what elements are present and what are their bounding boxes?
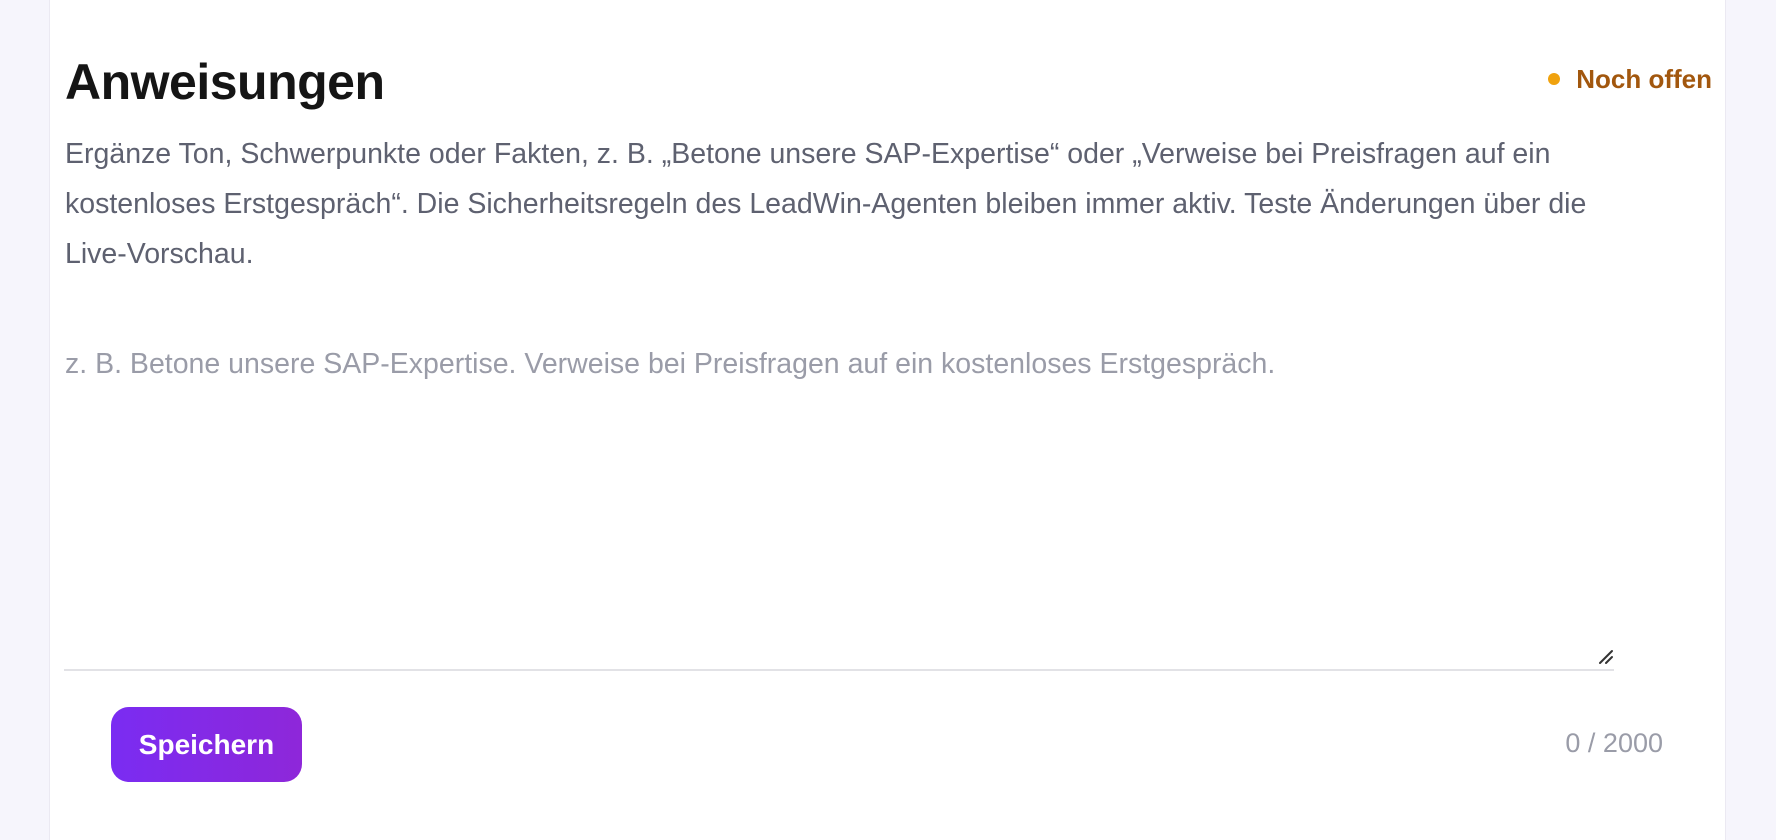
status-badge: Noch offen [1548,66,1712,92]
resize-handle-icon[interactable] [1596,647,1614,665]
instructions-textarea[interactable] [64,330,1614,669]
status-dot-icon [1548,73,1561,85]
save-button[interactable]: Speichern [111,707,302,782]
instructions-field [64,330,1614,671]
section-description: Ergänze Ton, Schwerpunkte oder Fakten, z… [65,138,1587,270]
character-counter: 0 / 2000 [1565,728,1663,758]
section-title: Anweisungen [65,54,385,110]
status-label: Noch offen [1576,64,1712,94]
